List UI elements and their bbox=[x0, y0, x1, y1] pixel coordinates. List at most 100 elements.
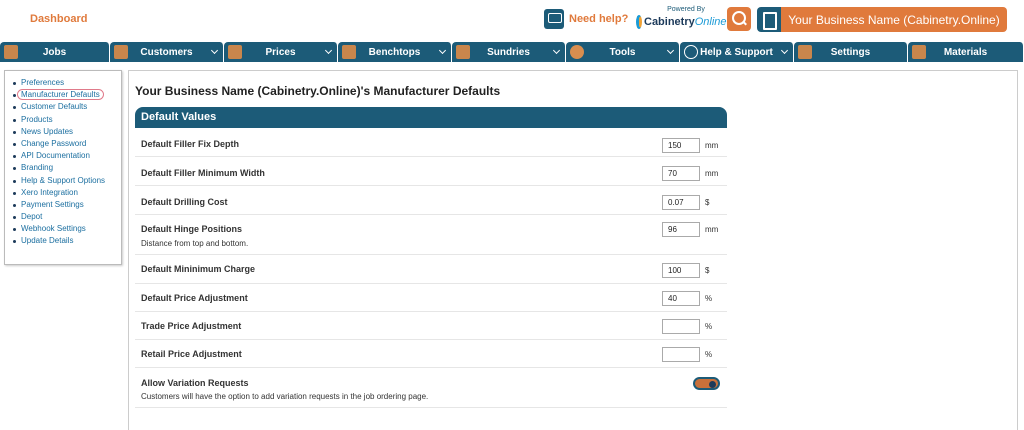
nav-benchtops[interactable]: Benchtops bbox=[338, 42, 452, 62]
settings-sidebar: Preferences Manufacturer Defaults Custom… bbox=[4, 70, 122, 265]
benchtop-icon bbox=[342, 45, 356, 59]
nav-sundries[interactable]: Sundries bbox=[452, 42, 566, 62]
nav-customers-label: Customers bbox=[140, 46, 193, 58]
page-title: Your Business Name (Cabinetry.Online)'s … bbox=[135, 84, 501, 98]
sidebar-item-label: Manufacturer Defaults bbox=[17, 89, 104, 101]
sidebar-item-label: Help & Support Options bbox=[21, 175, 106, 185]
layers-icon bbox=[4, 45, 18, 59]
unit-label: mm bbox=[705, 225, 719, 234]
filler-minimum-width-input[interactable]: 70 bbox=[662, 166, 700, 181]
field-label: Default Filler Fix Depth bbox=[141, 139, 240, 149]
exit-door-icon bbox=[757, 7, 781, 32]
unit-label: mm bbox=[705, 141, 719, 150]
nav-settings[interactable]: Settings bbox=[794, 42, 908, 62]
field-label: Default Mininimum Charge bbox=[141, 264, 256, 274]
sidebar-item-label: Xero Integration bbox=[21, 187, 78, 197]
sidebar-item-help-support-options[interactable]: Help & Support Options bbox=[13, 175, 121, 187]
variation-requests-toggle[interactable] bbox=[693, 377, 720, 390]
nav-jobs[interactable]: Jobs bbox=[0, 42, 110, 62]
minimum-charge-input[interactable]: 100 bbox=[662, 263, 700, 278]
nav-settings-label: Settings bbox=[830, 46, 871, 58]
sidebar-item-update-details[interactable]: Update Details bbox=[13, 235, 121, 247]
field-label: Trade Price Adjustment bbox=[141, 321, 242, 331]
nav-tools[interactable]: Tools bbox=[566, 42, 680, 62]
sidebar-item-depot[interactable]: Depot bbox=[13, 211, 121, 223]
unit-label: % bbox=[705, 294, 713, 303]
unit-label: % bbox=[705, 350, 713, 359]
nav-prices[interactable]: Prices bbox=[224, 42, 338, 62]
drilling-cost-input[interactable]: 0.07 bbox=[662, 195, 700, 210]
nav-materials-label: Materials bbox=[943, 46, 988, 58]
need-help-button[interactable]: Need help? bbox=[544, 9, 628, 29]
logo-row: Cabinetry Online bbox=[636, 15, 727, 29]
price-adjustment-input[interactable]: 40 bbox=[662, 291, 700, 306]
form-row: Default Drilling Cost 0.07 $ bbox=[135, 186, 727, 215]
sidebar-item-label: Customer Defaults bbox=[21, 102, 88, 112]
gear-icon bbox=[570, 45, 584, 59]
nav-tools-label: Tools bbox=[609, 46, 636, 58]
hinge-positions-input[interactable]: 96 bbox=[662, 222, 700, 237]
chat-bubble-icon bbox=[684, 45, 698, 59]
filler-fix-depth-input[interactable]: 150 bbox=[662, 138, 700, 153]
sidebar-item-webhook-settings[interactable]: Webhook Settings bbox=[13, 223, 121, 235]
form-row: Default Hinge Positions Distance from to… bbox=[135, 215, 727, 255]
sidebar-item-label: Payment Settings bbox=[21, 199, 84, 209]
sidebar-item-api-documentation[interactable]: API Documentation bbox=[13, 150, 121, 162]
sidebar-item-manufacturer-defaults[interactable]: Manufacturer Defaults bbox=[13, 89, 121, 101]
dashboard-link[interactable]: Dashboard bbox=[30, 13, 87, 25]
sidebar-item-label: Webhook Settings bbox=[21, 224, 86, 234]
chevron-down-icon bbox=[438, 46, 447, 55]
powered-by-logo: Powered By Cabinetry Online bbox=[636, 6, 727, 36]
unit-label: mm bbox=[705, 169, 719, 178]
powered-by-text: Powered By bbox=[667, 6, 705, 13]
field-label: Default Drilling Cost bbox=[141, 197, 228, 207]
sundries-icon bbox=[456, 45, 470, 59]
section-header: Default Values bbox=[135, 107, 727, 128]
nav-prices-label: Prices bbox=[265, 46, 296, 58]
nav-benchtops-label: Benchtops bbox=[368, 46, 421, 58]
field-label: Default Hinge Positions bbox=[141, 224, 243, 234]
main-panel: Your Business Name (Cabinetry.Online)'s … bbox=[128, 70, 1018, 430]
nav-customers[interactable]: Customers bbox=[110, 42, 224, 62]
sidebar-item-label: News Updates bbox=[21, 126, 74, 136]
logo-sub-text: Online bbox=[694, 16, 727, 28]
field-label: Allow Variation Requests bbox=[141, 378, 249, 388]
settings-icon bbox=[798, 45, 812, 59]
main-navbar: Jobs Customers Prices Benchtops Sundries… bbox=[0, 42, 1024, 62]
sidebar-item-products[interactable]: Products bbox=[13, 114, 121, 126]
nav-sundries-label: Sundries bbox=[487, 46, 530, 58]
chat-help-icon bbox=[544, 9, 564, 29]
chevron-down-icon bbox=[780, 46, 789, 55]
unit-label: $ bbox=[705, 266, 710, 275]
form-row: Retail Price Adjustment % bbox=[135, 340, 727, 368]
sidebar-item-branding[interactable]: Branding bbox=[13, 162, 121, 174]
sidebar-item-xero-integration[interactable]: Xero Integration bbox=[13, 187, 121, 199]
top-header: Dashboard Need help? Powered By Cabinetr… bbox=[0, 0, 1024, 42]
logo-main-text: Cabinetry bbox=[644, 16, 695, 28]
form-row: Default Mininimum Charge 100 $ bbox=[135, 255, 727, 284]
sidebar-item-preferences[interactable]: Preferences bbox=[13, 77, 121, 89]
retail-price-adjustment-input[interactable] bbox=[662, 347, 700, 362]
nav-help-support-label: Help & Support bbox=[700, 46, 773, 58]
form-row: Default Price Adjustment 40 % bbox=[135, 284, 727, 312]
business-account-button[interactable]: Your Business Name (Cabinetry.Online) bbox=[757, 7, 1007, 32]
sidebar-item-customer-defaults[interactable]: Customer Defaults bbox=[13, 101, 121, 113]
search-button[interactable] bbox=[727, 7, 751, 31]
field-label: Retail Price Adjustment bbox=[141, 349, 242, 359]
field-label: Default Price Adjustment bbox=[141, 293, 248, 303]
form-row: Default Filler Minimum Width 70 mm bbox=[135, 157, 727, 186]
price-tag-icon bbox=[228, 45, 242, 59]
sidebar-item-label: Depot bbox=[21, 212, 43, 222]
field-label: Default Filler Minimum Width bbox=[141, 168, 265, 178]
field-description: Customers will have the option to add va… bbox=[141, 392, 429, 401]
business-name-label: Your Business Name (Cabinetry.Online) bbox=[781, 7, 1007, 32]
sidebar-list: Preferences Manufacturer Defaults Custom… bbox=[5, 71, 121, 248]
sidebar-item-change-password[interactable]: Change Password bbox=[13, 138, 121, 150]
nav-help-support[interactable]: Help & Support bbox=[680, 42, 794, 62]
trade-price-adjustment-input[interactable] bbox=[662, 319, 700, 334]
sidebar-item-payment-settings[interactable]: Payment Settings bbox=[13, 199, 121, 211]
sidebar-item-news-updates[interactable]: News Updates bbox=[13, 126, 121, 138]
sidebar-item-label: API Documentation bbox=[21, 151, 90, 161]
nav-materials[interactable]: Materials bbox=[908, 42, 1024, 62]
chevron-down-icon bbox=[666, 46, 675, 55]
